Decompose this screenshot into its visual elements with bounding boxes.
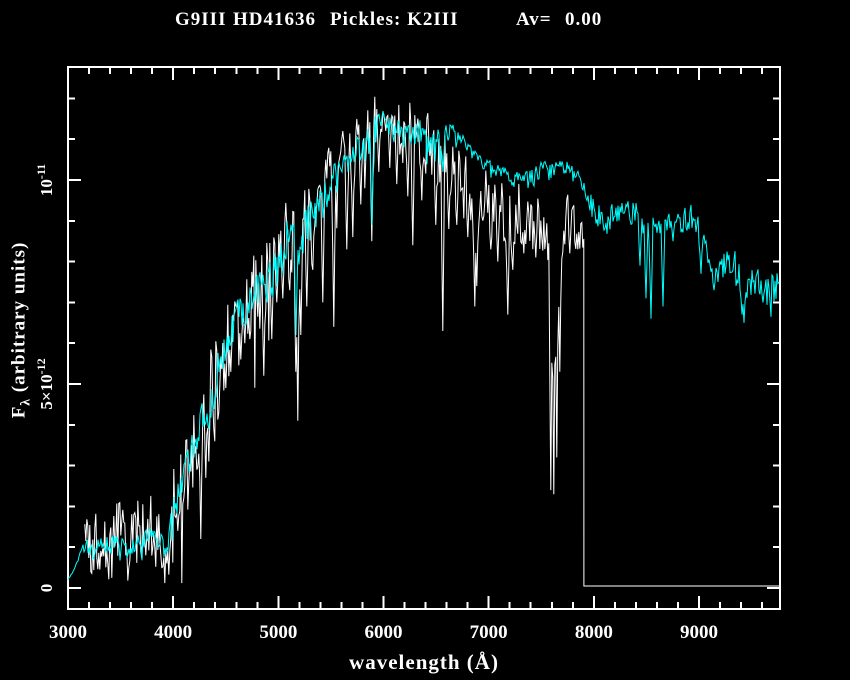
spectrum-plot-window: G9III HD41636 Pickles: K2III Av= 0.00 30… (0, 0, 850, 680)
y-axis-title-subscript: λ (17, 398, 32, 406)
plot-border (68, 67, 780, 609)
x-axis-title: wavelength (Å) (349, 650, 499, 675)
series-observed-spectrum (85, 97, 780, 586)
x-tick-label-3000: 3000 (49, 622, 87, 643)
x-tick-label-4000: 4000 (154, 622, 192, 643)
spectrum-chart: 3000 4000 5000 6000 7000 8000 9000 0 5×10-12 10-1… (0, 0, 850, 680)
y-tick-label-5: 5×10-12 (34, 358, 56, 409)
x-tick-label-8000: 8000 (575, 622, 613, 643)
y-axis-title-symbol: F (9, 406, 30, 419)
x-tick-label-5000: 5000 (259, 622, 297, 643)
y-axis-title-units: (arbitrary units) (9, 242, 30, 398)
x-tick-label-7000: 7000 (470, 622, 508, 643)
y-tick-label-0: 0 (37, 584, 56, 593)
y-axis-title: Fλ (arbitrary units) (9, 242, 34, 419)
x-tick-label-9000: 9000 (680, 622, 718, 643)
x-tick-label-6000: 6000 (365, 622, 403, 643)
y-tick-label-10: 10-11 (34, 164, 56, 196)
